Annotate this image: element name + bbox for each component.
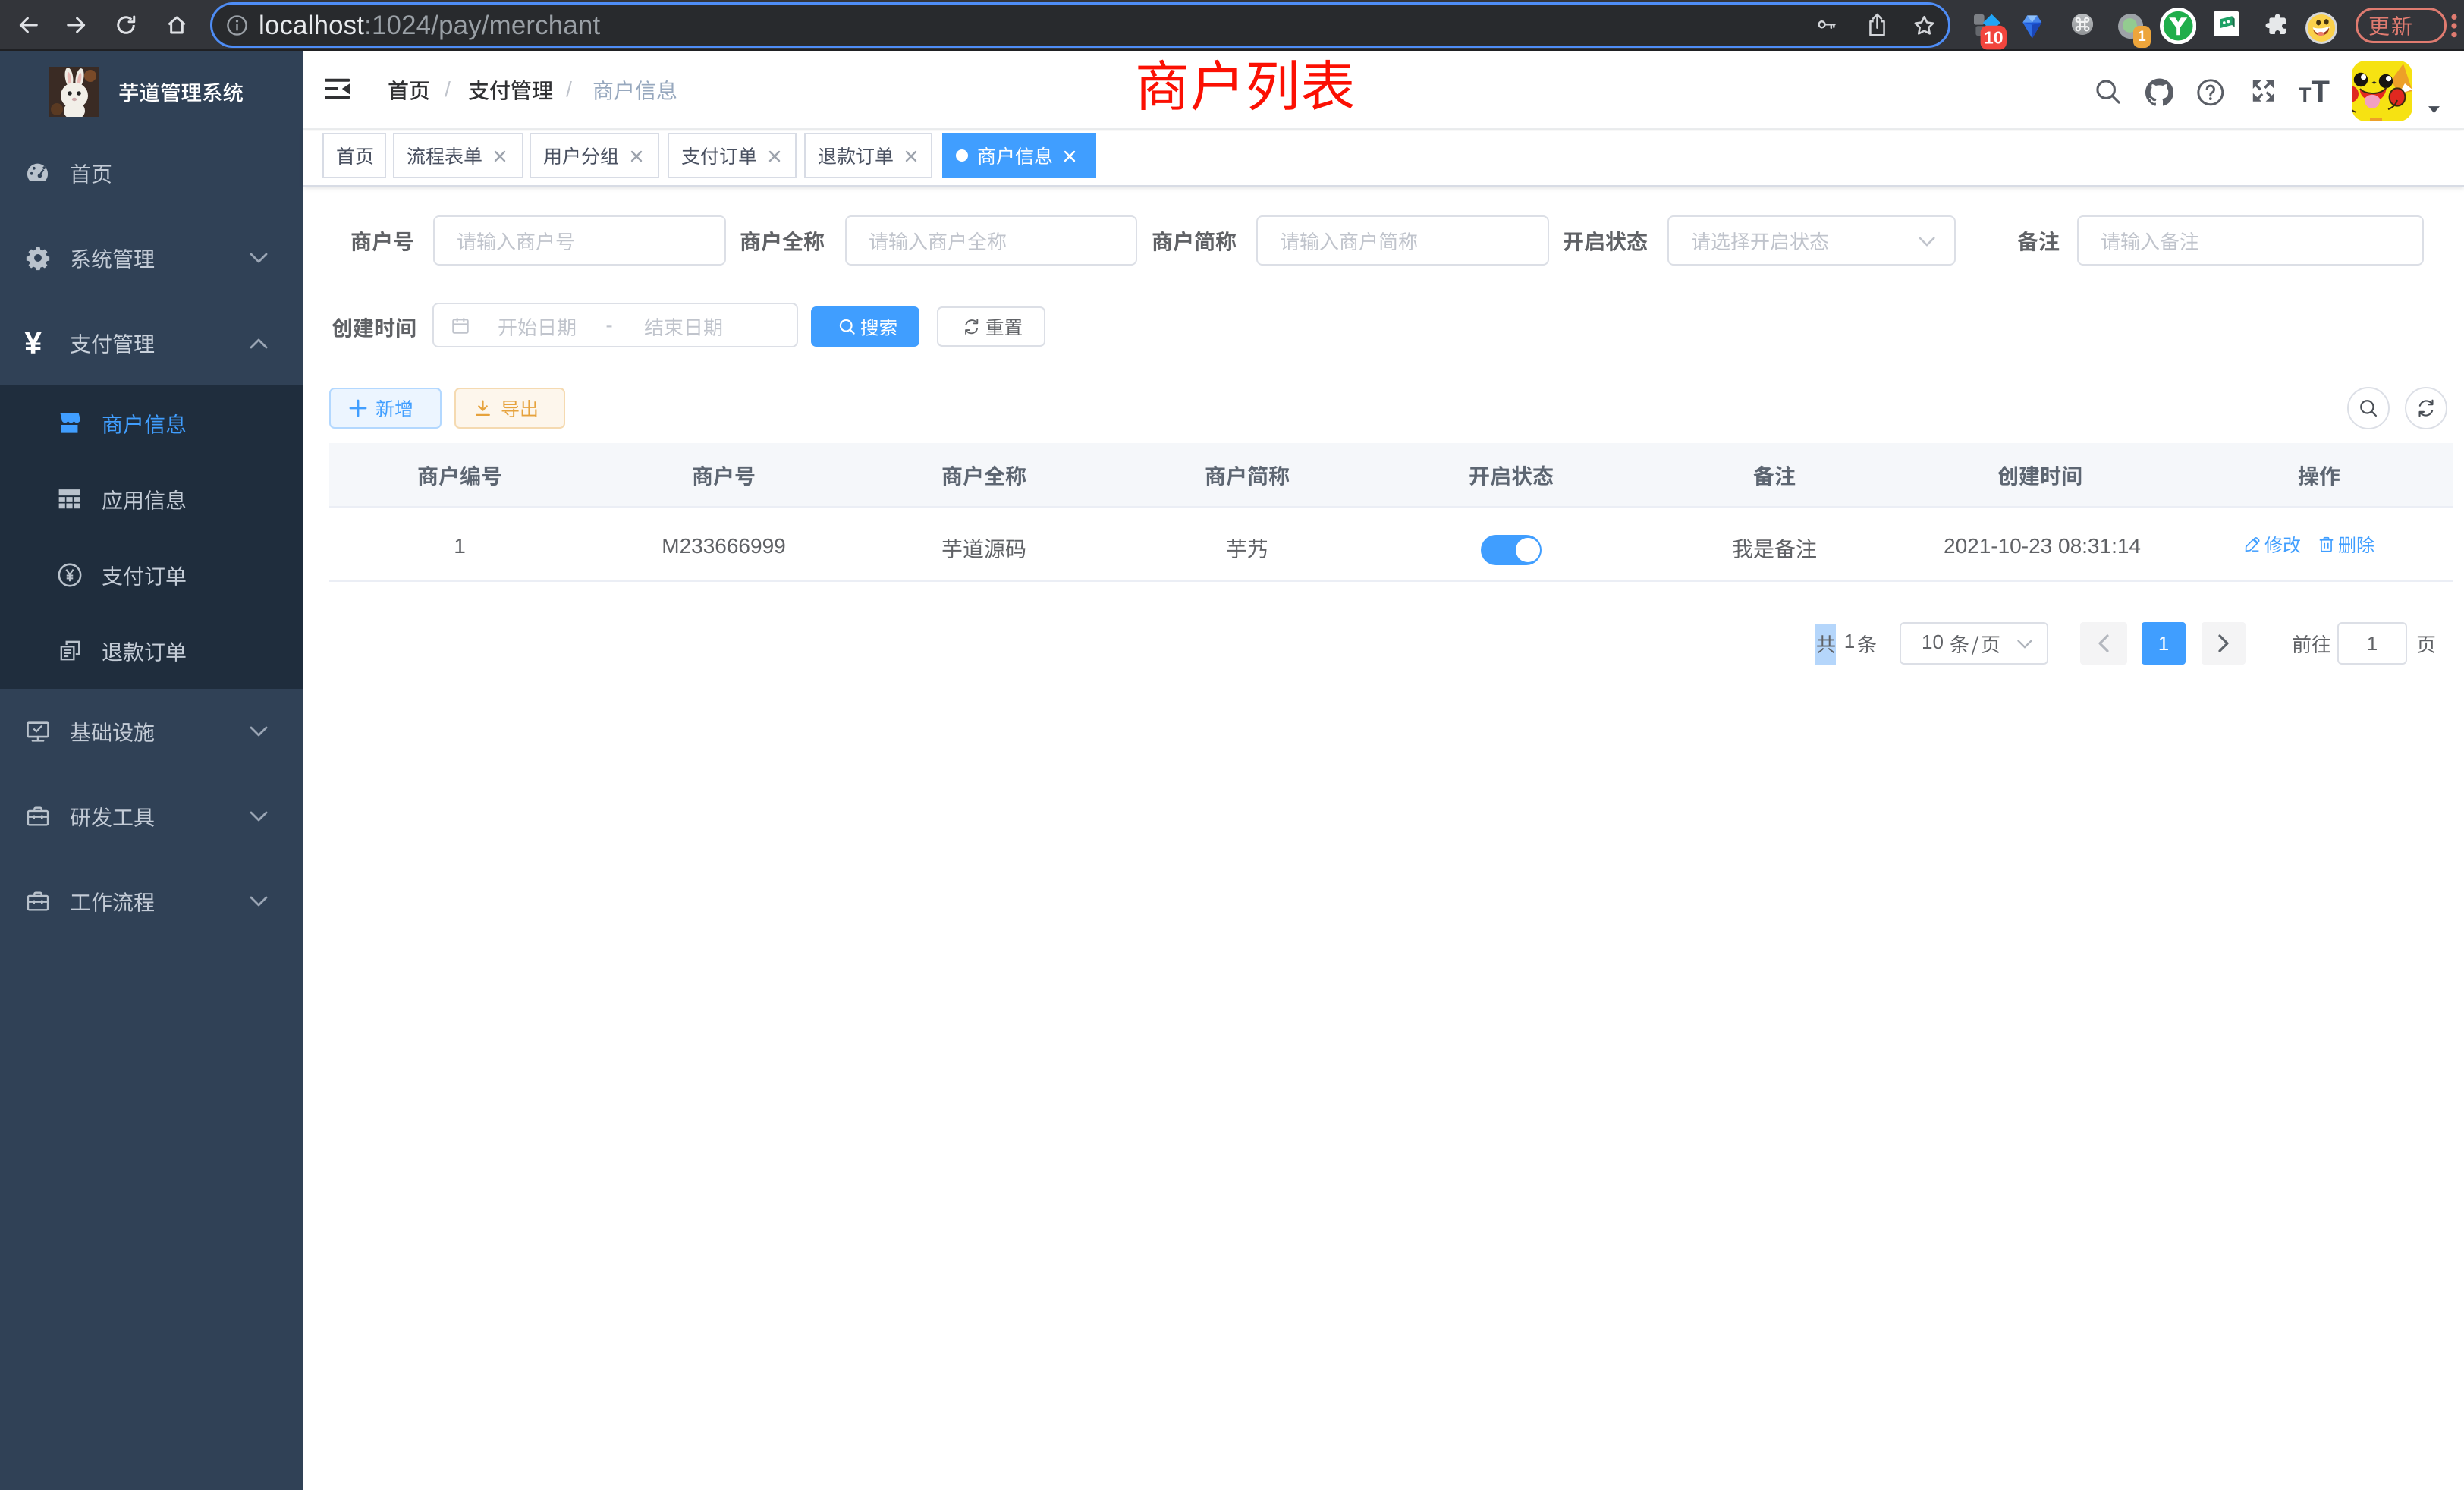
svg-text:10: 10 (1984, 27, 2004, 47)
